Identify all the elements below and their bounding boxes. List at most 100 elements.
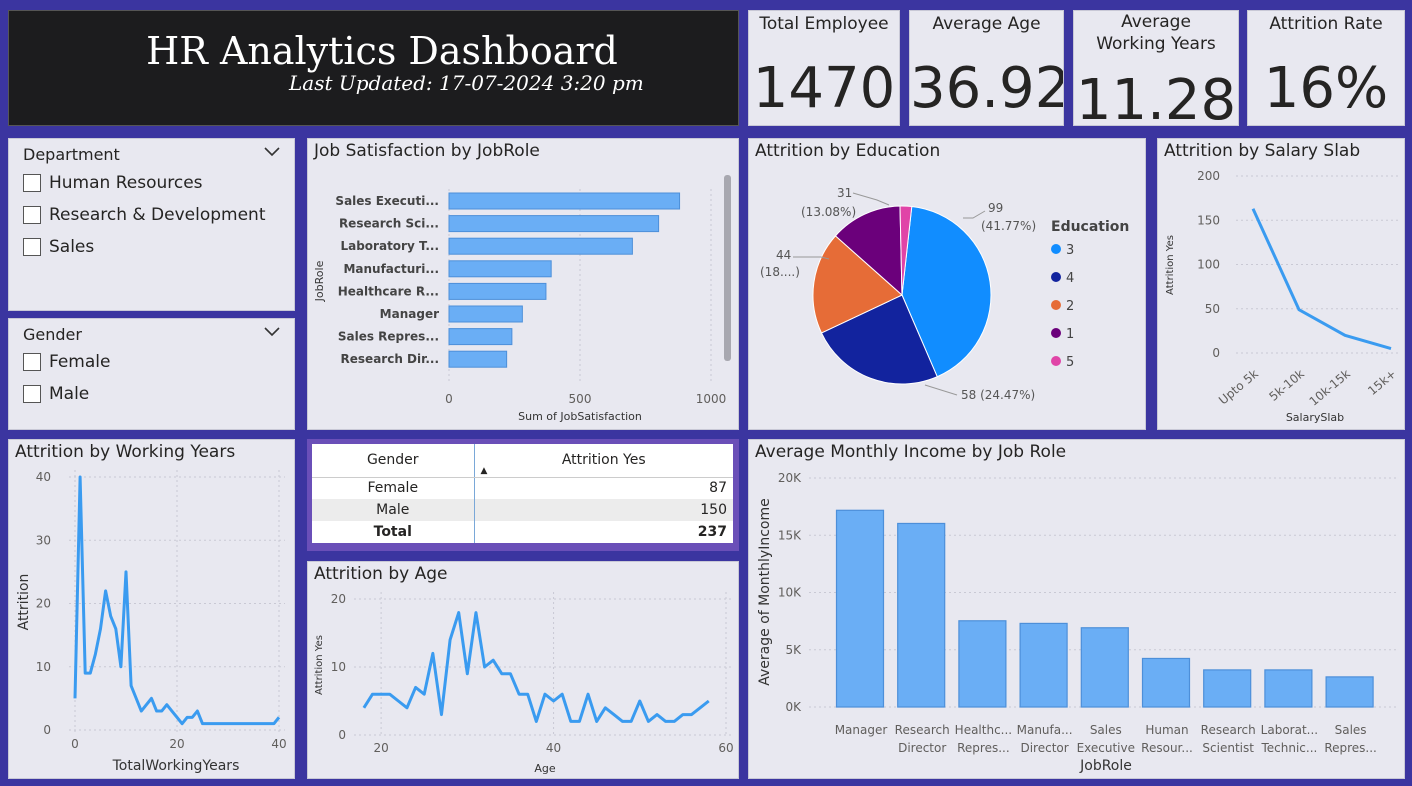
- chart-title: Average Monthly Income by Job Role: [755, 442, 1067, 462]
- y-tick-label: 10: [331, 660, 346, 674]
- legend-marker: [1051, 272, 1061, 282]
- category-label: Laboratory T...: [340, 239, 439, 253]
- x-tick-label: Repres...: [957, 741, 1010, 755]
- y-tick-label: 30: [36, 533, 51, 547]
- x-tick-label: 20: [373, 741, 388, 755]
- dashboard-title: HR Analytics Dashboard: [146, 29, 618, 73]
- bar: [448, 350, 508, 368]
- last-updated-label: Last Updated: 17-07-2024 3:20 pm: [289, 71, 644, 95]
- kpi-average-age: Average Age 36.92: [909, 10, 1064, 126]
- option-label: Human Resources: [49, 173, 203, 193]
- data-label: 31: [837, 186, 852, 200]
- checkbox[interactable]: [23, 174, 41, 192]
- bar: [448, 305, 523, 323]
- legend-marker: [1051, 244, 1061, 254]
- chart-title: Attrition by Working Years: [15, 442, 236, 462]
- category-label: Research Sci...: [339, 217, 439, 231]
- y-tick-label: 0: [1212, 346, 1220, 360]
- data-label: (41.77%): [981, 219, 1036, 233]
- leader-line: [963, 210, 986, 219]
- gender-cell: Male: [312, 499, 475, 521]
- department-slicer: Department Human Resources Research & De…: [8, 138, 295, 311]
- header-label: Attrition Yes: [561, 452, 646, 469]
- legend-marker: [1051, 328, 1061, 338]
- value-cell: 150: [700, 502, 727, 518]
- x-tick-label: 500: [569, 392, 592, 406]
- bar: [448, 282, 547, 300]
- table-header-gender[interactable]: Gender: [312, 444, 475, 478]
- job-satisfaction-plot: 0 500 1000 Sales Executi... Research Sci... L…: [313, 175, 731, 423]
- legend-title: Education: [1051, 219, 1129, 235]
- slicer-option-female[interactable]: Female: [23, 352, 110, 372]
- x-axis-title: TotalWorkingYears: [112, 758, 240, 774]
- checkbox[interactable]: [23, 385, 41, 403]
- chart-title: Attrition by Education: [755, 141, 941, 161]
- y-tick-label: 20: [36, 597, 51, 611]
- age-line-plot: 0 10 20 20 40 60 Age Attrition Yes: [314, 592, 734, 775]
- slicer-option-research-development[interactable]: Research & Development: [23, 205, 265, 225]
- x-axis-title: JobRole: [1079, 758, 1132, 774]
- data-label: 58 (24.47%): [961, 388, 1035, 402]
- kpi-label: Attrition Rate: [1269, 14, 1383, 34]
- x-tick-label: Laborat...: [1261, 723, 1318, 737]
- category-label: Sales Executi...: [335, 194, 439, 208]
- slicer-option-sales[interactable]: Sales: [23, 237, 94, 257]
- legend-label: 4: [1066, 271, 1074, 286]
- monthly-income-chart: Average Monthly Income by Job Role 0K 5K 1…: [748, 439, 1405, 779]
- bar: [448, 215, 660, 233]
- attrition-working-years-chart: Attrition by Working Years 0 10 20 30 40 0 20 4…: [8, 439, 295, 779]
- x-axis-title: SalarySlab: [1286, 411, 1344, 424]
- y-tick-label: 10: [36, 660, 51, 674]
- y-tick-label: 40: [36, 470, 51, 484]
- table-header-attrition-yes[interactable]: Attrition Yes ▲: [474, 444, 733, 478]
- kpi-attrition-rate: Attrition Rate 16%: [1247, 10, 1405, 126]
- leader-line: [924, 384, 958, 396]
- chevron-down-icon[interactable]: [264, 147, 280, 157]
- slicer-option-human-resources[interactable]: Human Resources: [23, 173, 203, 193]
- checkbox[interactable]: [23, 206, 41, 224]
- total-value-cell: 237: [697, 524, 727, 540]
- data-label: (18....): [760, 265, 800, 279]
- value-cell: 87: [709, 480, 727, 497]
- slicer-option-male[interactable]: Male: [23, 384, 89, 404]
- checkbox[interactable]: [23, 238, 41, 256]
- y-tick-label: 5K: [785, 643, 802, 657]
- gender-attrition-table: Gender Attrition Yes ▲ Female 87 Male 150…: [312, 444, 733, 543]
- x-tick-label: Manufa...: [1017, 723, 1073, 737]
- x-tick-label: Director: [1020, 741, 1068, 755]
- chart-title: Attrition by Age: [314, 564, 448, 584]
- bar: [897, 522, 946, 708]
- education-pie-plot: 99(41.77%)58 (24.47%)44(18....)31(13.08%…: [760, 186, 1129, 402]
- data-label: (13.08%): [801, 205, 856, 219]
- sort-ascending-icon[interactable]: ▲: [481, 466, 488, 476]
- table-row[interactable]: Male 150: [312, 499, 733, 521]
- chevron-down-icon[interactable]: [264, 327, 280, 337]
- table-row[interactable]: Female 87: [312, 477, 733, 499]
- category-label: Manufacturi...: [343, 262, 439, 276]
- y-axis-title: JobRole: [313, 260, 326, 302]
- y-tick-label: 0: [338, 728, 346, 742]
- table-total-row: Total 237: [312, 521, 733, 543]
- legend-marker: [1051, 300, 1061, 310]
- kpi-average-working-years: Average Working Years 11.28: [1073, 10, 1239, 126]
- y-axis-title: Attrition: [16, 574, 32, 631]
- x-tick-label: 1000: [696, 392, 727, 406]
- y-tick-label: 10K: [778, 586, 802, 600]
- x-tick-label: Technic...: [1260, 741, 1317, 755]
- scrollbar: [724, 175, 731, 361]
- x-tick-label: Executive: [1077, 741, 1135, 755]
- x-tick-label: Sales: [1090, 723, 1122, 737]
- bar: [1203, 669, 1252, 708]
- checkbox[interactable]: [23, 353, 41, 371]
- bar: [958, 620, 1007, 708]
- legend-label: 3: [1066, 243, 1074, 258]
- total-label-cell: Total: [312, 521, 475, 543]
- data-label: 99: [988, 201, 1003, 215]
- category-label: Research Dir...: [341, 352, 439, 366]
- monthly-income-bar-plot: 0K 5K 10K 15K 20K Manager Research Director Heal…: [757, 471, 1399, 774]
- attrition-salary-chart: Attrition by Salary Slab 0 50 100 150 200 Upt…: [1157, 138, 1405, 430]
- kpi-label: Average Working Years: [1096, 12, 1216, 54]
- bar: [1019, 622, 1068, 708]
- bar: [1141, 657, 1191, 708]
- x-tick-label: 5k-10k: [1266, 367, 1307, 404]
